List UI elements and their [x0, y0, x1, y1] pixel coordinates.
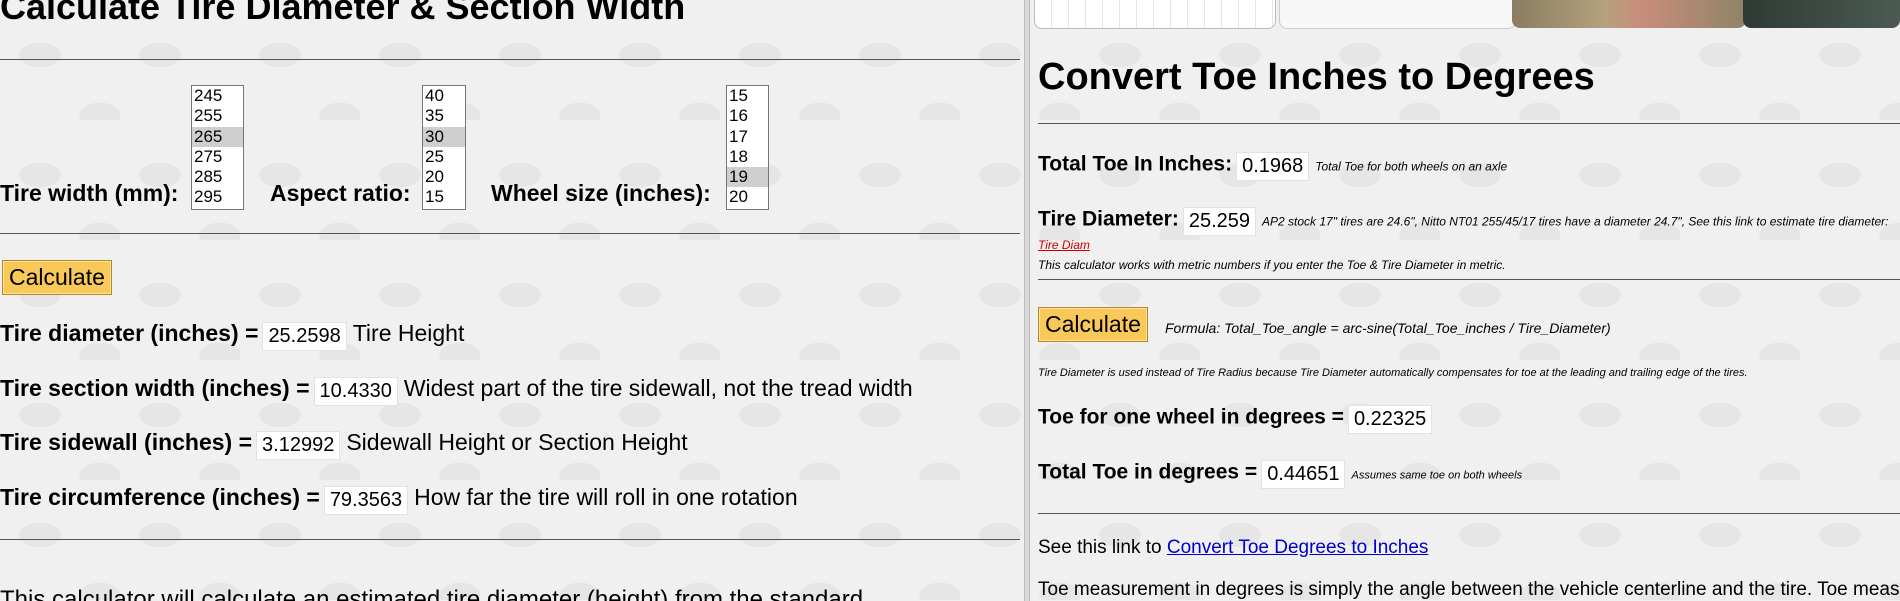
list-option[interactable]: 285 [192, 167, 243, 187]
section-width-note: Widest part of the tire sidewall, not th… [403, 375, 913, 401]
circumference-output[interactable]: 79.3563 [323, 486, 409, 516]
list-option[interactable]: 25 [423, 147, 465, 167]
metric-note: This calculator works with metric number… [1038, 258, 1506, 272]
measurement-text: Toe measurement in degrees is simply the… [1038, 579, 1900, 600]
circumference-label: Tire circumference (inches) = [0, 484, 320, 510]
tire-diameter-output[interactable]: 25.2598 [262, 322, 347, 352]
section-width-output[interactable]: 10.4330 [313, 377, 398, 407]
section-width-label: Tire section width (inches) = [0, 375, 310, 401]
description-text: This calculator will calculate an estima… [0, 586, 864, 601]
sidewall-row: Tire sidewall (inches) = 3.12992 Sidewall … [0, 429, 688, 461]
toe-degrees-to-inches-link[interactable]: Convert Toe Degrees to Inches [1167, 537, 1429, 558]
radius-note: Tire Diameter is used instead of Tire Ra… [1038, 367, 1748, 379]
list-option[interactable]: 20 [727, 187, 768, 207]
list-option[interactable]: 35 [423, 106, 465, 126]
pane-divider[interactable] [1024, 0, 1030, 601]
tire-diameter-link[interactable]: Tire Diam [1038, 238, 1090, 252]
thumbnail-image[interactable] [1279, 0, 1516, 29]
list-option[interactable]: 18 [727, 147, 768, 167]
total-toe-note: Assumes same toe on both wheels [1351, 469, 1523, 482]
see-link-row: See this link to Convert Toe Degrees to … [1038, 537, 1428, 559]
tire-diameter-input[interactable]: 25.259 [1182, 207, 1257, 236]
divider [0, 59, 1020, 60]
list-option[interactable]: 15 [423, 187, 465, 207]
list-option[interactable]: 275 [192, 147, 243, 167]
list-option[interactable]: 30 [423, 126, 465, 147]
divider [0, 233, 1020, 234]
page-title: Calculate Tire Diameter & Section Width [0, 0, 686, 27]
thumbnail-image[interactable] [1512, 0, 1746, 28]
section-width-row: Tire section width (inches) = 10.4330 Wide… [0, 375, 913, 407]
tire-diameter-input-row: Tire Diameter: 25.259 AP2 stock 17" tires … [1038, 207, 1900, 254]
list-option[interactable]: 15 [727, 86, 768, 106]
list-option[interactable]: 245 [192, 86, 243, 106]
one-wheel-output[interactable]: 0.22325 [1347, 405, 1433, 434]
formula-text: Formula: Total_Toe_angle = arc-sine(Tota… [1165, 320, 1611, 336]
sidewall-label: Tire sidewall (inches) = [0, 429, 253, 455]
divider [0, 539, 1020, 540]
tire-width-select[interactable]: 245 255 265 275 285 295 [191, 85, 244, 210]
list-option[interactable]: 19 [727, 167, 768, 188]
thumbnail-image[interactable] [1743, 0, 1900, 28]
divider [1038, 513, 1900, 514]
wheel-size-select[interactable]: 15 16 17 18 19 20 [726, 85, 769, 210]
total-toe-output[interactable]: 0.44651 [1261, 460, 1346, 489]
tire-diameter-input-label: Tire Diameter: [1038, 207, 1179, 231]
see-link-prefix: See this link to [1038, 537, 1162, 558]
list-option[interactable]: 16 [727, 106, 768, 126]
list-option[interactable]: 265 [192, 126, 243, 147]
list-option[interactable]: 295 [192, 187, 243, 207]
sidewall-note: Sidewall Height or Section Height [346, 429, 688, 455]
total-toe-label: Total Toe in degrees = [1038, 460, 1258, 484]
list-option[interactable]: 255 [192, 106, 243, 126]
calculate-button[interactable]: Calculate [2, 260, 112, 295]
sidewall-output[interactable]: 3.12992 [256, 431, 341, 461]
tire-width-label: Tire width (mm): [0, 180, 179, 206]
aspect-ratio-select[interactable]: 40 35 30 25 20 15 [422, 85, 466, 210]
section-title: Convert Toe Inches to Degrees [1038, 56, 1595, 98]
tire-diameter-calculator-pane: Calculate Tire Diameter & Section Width … [0, 0, 1022, 601]
one-wheel-label: Toe for one wheel in degrees = [1038, 405, 1344, 429]
tire-diameter-hint: AP2 stock 17" tires are 24.6", Nitto NT0… [1262, 214, 1889, 229]
circumference-row: Tire circumference (inches) = 79.3563 How … [0, 484, 798, 516]
calculate-toe-button[interactable]: Calculate [1038, 307, 1148, 342]
total-toe-row: Total Toe in degrees = 0.44651 Assumes sam… [1038, 460, 1522, 489]
tire-diameter-note: Tire Height [352, 320, 465, 346]
circumference-note: How far the tire will roll in one rotati… [414, 484, 798, 510]
divider [1038, 123, 1900, 124]
tire-diameter-label: Tire diameter (inches) = [0, 320, 259, 346]
tire-diameter-row: Tire diameter (inches) = 25.2598 Tire Heig… [0, 320, 465, 352]
toe-inches-label: Total Toe In Inches: [1038, 152, 1233, 176]
aspect-ratio-label: Aspect ratio: [270, 180, 411, 206]
toe-inches-input[interactable]: 0.1968 [1236, 152, 1310, 181]
wheel-size-label: Wheel size (inches): [491, 180, 711, 206]
toe-converter-pane: Convert Toe Inches to Degrees Total Toe … [1031, 0, 1900, 601]
list-option[interactable]: 17 [727, 127, 768, 147]
thumbnail-image[interactable] [1034, 0, 1276, 29]
list-option[interactable]: 20 [423, 167, 465, 187]
divider [1038, 279, 1900, 280]
one-wheel-row: Toe for one wheel in degrees = 0.22325 [1038, 405, 1438, 434]
toe-inches-row: Total Toe In Inches: 0.1968 Total Toe for … [1038, 152, 1507, 181]
list-option[interactable]: 40 [423, 86, 465, 106]
toe-inches-note: Total Toe for both wheels on an axle [1315, 159, 1508, 174]
